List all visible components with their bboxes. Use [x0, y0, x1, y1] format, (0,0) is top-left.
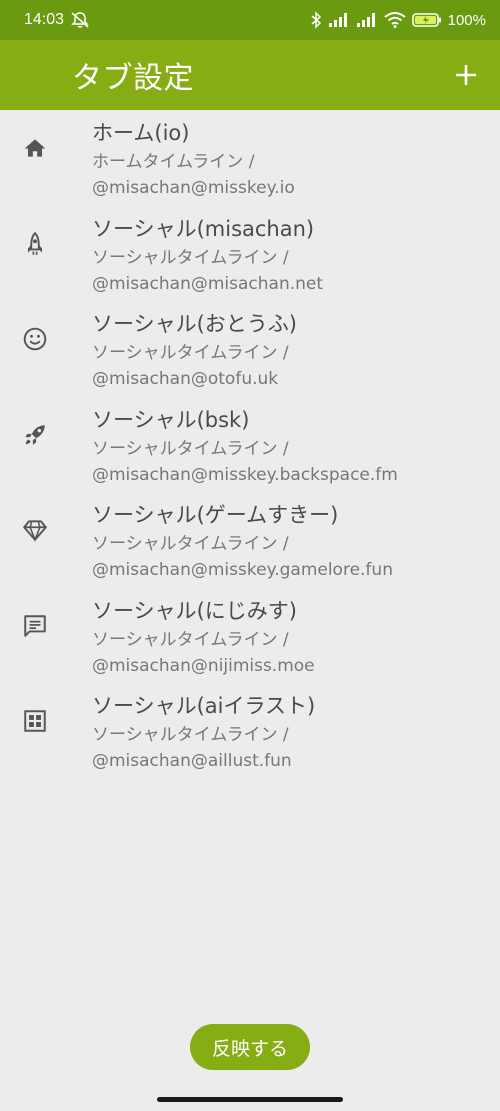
smiley-icon: [21, 325, 49, 353]
tab-type: ホームタイムライン /: [92, 152, 255, 172]
tab-name: ソーシャル(ゲームすきー): [92, 503, 339, 527]
tab-type: ソーシャルタイムライン /: [92, 343, 289, 363]
tab-account: @misachan@aillust.fun: [92, 751, 292, 771]
signal-icon: [328, 12, 350, 28]
tab-text: ソーシャル(aiイラスト) ソーシャルタイムライン / @misachan@ai…: [92, 691, 490, 774]
status-left: 14:03: [24, 11, 90, 29]
chat-icon: [21, 612, 49, 640]
mute-icon: [70, 11, 90, 29]
status-bar: 14:03 100%: [0, 0, 500, 40]
tab-name: ソーシャル(misachan): [92, 216, 315, 241]
tab-type: ソーシャルタイムライン /: [92, 438, 289, 459]
battery-level: 100%: [447, 11, 486, 29]
tab-item[interactable]: ソーシャル(bsk) ソーシャルタイムライン / @misachan@missk…: [0, 403, 500, 499]
signal-icon-2: [356, 12, 378, 28]
add-tab-button[interactable]: [450, 59, 482, 91]
tab-type: ソーシャルタイムライン /: [92, 629, 289, 650]
bluetooth-icon: [310, 11, 322, 29]
battery-icon: [411, 12, 442, 28]
tab-name: ソーシャル(にじみす): [92, 598, 297, 623]
grid-icon: [21, 707, 49, 735]
tab-account: @misachan@nijimiss.moe: [92, 655, 315, 676]
tab-name: ソーシャル(bsk): [92, 407, 250, 432]
diamond-icon: [21, 516, 49, 544]
tab-account: @misachan@misskey.gamelore.fun: [92, 560, 393, 580]
tab-account: @misachan@misskey.io: [92, 178, 295, 198]
tab-item[interactable]: ソーシャル(aiイラスト) ソーシャルタイムライン / @misachan@ai…: [0, 689, 500, 785]
tab-type: ソーシャルタイムライン /: [92, 534, 289, 554]
tab-name: ソーシャル(aiイラスト): [92, 694, 316, 718]
tab-account: @misachan@otofu.uk: [92, 369, 279, 389]
tab-account: @misachan@misachan.net: [92, 273, 324, 294]
wifi-icon: [384, 12, 406, 28]
tab-list: ホーム(io) ホームタイムライン / @misachan@misskey.io…: [0, 116, 500, 785]
tab-type: ソーシャルタイムライン /: [92, 247, 289, 268]
tab-type: ソーシャルタイムライン /: [92, 725, 289, 745]
rocket-launch-icon: [21, 421, 49, 449]
tab-text: ソーシャル(bsk) ソーシャルタイムライン / @misachan@missk…: [92, 405, 490, 488]
tab-name: ホーム(io): [92, 121, 190, 145]
home-icon: [21, 134, 49, 162]
tab-item[interactable]: ソーシャル(ゲームすきー) ソーシャルタイムライン / @misachan@mi…: [0, 498, 500, 594]
tab-text: ソーシャル(ゲームすきー) ソーシャルタイムライン / @misachan@mi…: [92, 500, 490, 583]
nav-gesture-handle[interactable]: [157, 1097, 343, 1102]
app-bar: タブ設定: [0, 40, 500, 110]
status-time: 14:03: [24, 11, 65, 28]
apply-button[interactable]: 反映する: [190, 1024, 310, 1070]
tab-text: ソーシャル(にじみす) ソーシャルタイムライン / @misachan@niji…: [92, 596, 490, 679]
tab-item[interactable]: ホーム(io) ホームタイムライン / @misachan@misskey.io: [0, 116, 500, 212]
tab-name: ソーシャル(おとうふ): [92, 312, 297, 336]
rocket-icon: [21, 230, 49, 258]
tab-text: ソーシャル(misachan) ソーシャルタイムライン / @misachan@…: [92, 214, 490, 297]
tab-item[interactable]: ソーシャル(にじみす) ソーシャルタイムライン / @misachan@niji…: [0, 594, 500, 690]
tab-account: @misachan@misskey.backspace.fm: [92, 464, 398, 485]
tab-text: ソーシャル(おとうふ) ソーシャルタイムライン / @misachan@otof…: [92, 309, 490, 392]
tab-item[interactable]: ソーシャル(misachan) ソーシャルタイムライン / @misachan@…: [0, 212, 500, 308]
page-title: タブ設定: [72, 61, 194, 96]
plus-icon: [456, 65, 476, 85]
status-right: 100%: [310, 11, 486, 29]
tab-item[interactable]: ソーシャル(おとうふ) ソーシャルタイムライン / @misachan@otof…: [0, 307, 500, 403]
tab-text: ホーム(io) ホームタイムライン / @misachan@misskey.io: [92, 118, 490, 201]
